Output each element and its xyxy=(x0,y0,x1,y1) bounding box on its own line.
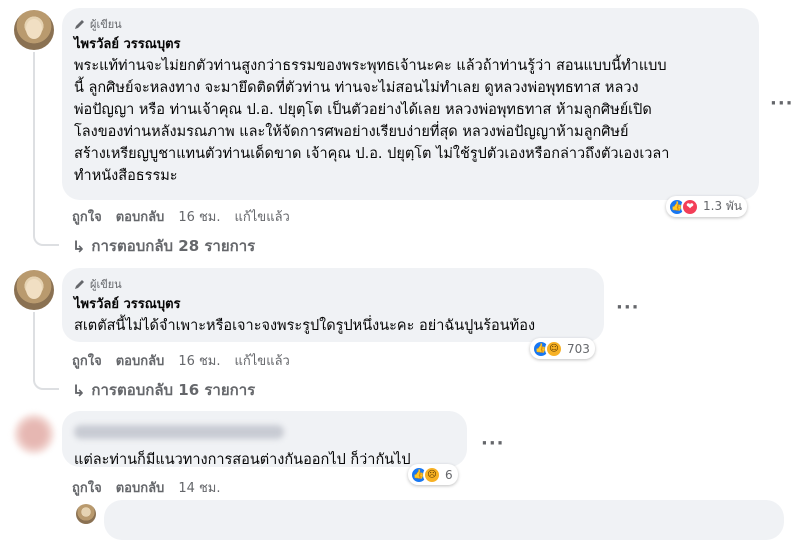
view-replies-button[interactable]: ↳ การตอบกลับ 16 รายการ xyxy=(72,378,255,402)
comment-actions: ถูกใจ ตอบกลับ 14 ชม. xyxy=(72,477,221,498)
edited-label[interactable]: แก้ไขแล้ว xyxy=(235,350,290,371)
avatar[interactable] xyxy=(14,10,54,50)
timestamp[interactable]: 14 ชม. xyxy=(178,477,220,498)
reaction-count: 1.3 พัน xyxy=(703,199,743,213)
more-options-icon[interactable]: ··· xyxy=(481,433,505,454)
comment-line: ทำหนังสือธรรมะ xyxy=(74,168,178,184)
comment-text: สเตตัสนี้ไม่ได้จำเพาะหรือเจาะจงพระรูปใดร… xyxy=(74,315,592,337)
reaction-summary[interactable]: 👍 ❤ 1.3 พัน xyxy=(666,196,748,217)
thread-line xyxy=(33,52,59,246)
like-button[interactable]: ถูกใจ xyxy=(72,350,102,371)
comment-bubble: ผู้เขียน ไพรวัลย์ วรรณบุตร พระแท้ท่านจะไ… xyxy=(62,8,759,200)
more-options-icon[interactable]: ··· xyxy=(616,297,640,318)
comment-line: พ่อปัญญา หรือ ท่านเจ้าคุณ ป.อ. ปยุตฺโต เ… xyxy=(74,102,652,118)
comment-line: นี้ ลูกศิษย์จะหลงทาง จะมายึดติดที่ตัวท่า… xyxy=(74,80,639,96)
replies-label: การตอบกลับ 28 รายการ xyxy=(91,237,256,255)
comment-actions: ถูกใจ ตอบกลับ 16 ชม. แก้ไขแล้ว xyxy=(72,350,290,371)
avatar[interactable] xyxy=(14,270,54,310)
haha-icon: ☺ xyxy=(545,339,563,358)
thread-line xyxy=(33,312,59,390)
timestamp[interactable]: 16 ชม. xyxy=(178,350,220,371)
comment-line: แต่ละท่านก็มีแนวทางการสอนต่างกันออกไป ก็… xyxy=(74,452,411,468)
avatar[interactable] xyxy=(76,504,96,524)
pencil-icon xyxy=(75,20,84,29)
reaction-count: 703 xyxy=(567,341,590,356)
pencil-icon xyxy=(75,280,84,289)
comment-bubble xyxy=(104,500,784,540)
reaction-count: 6 xyxy=(445,467,453,482)
author-badge-label: ผู้เขียน xyxy=(90,18,122,31)
comment-actions: ถูกใจ ตอบกลับ 16 ชม. แก้ไขแล้ว xyxy=(72,206,290,227)
author-badge: ผู้เขียน xyxy=(74,276,592,292)
comment-line: โลงของท่านหลังมรณภาพ และให้จัดการศพอย่าง… xyxy=(74,124,629,140)
view-replies-button[interactable]: ↳ การตอบกลับ 28 รายการ xyxy=(72,234,255,258)
comment-bubble: ผู้เขียน ไพรวัลย์ วรรณบุตร สเตตัสนี้ไม่ไ… xyxy=(62,268,604,342)
replies-label: การตอบกลับ 16 รายการ xyxy=(91,381,256,399)
author-badge: ผู้เขียน xyxy=(74,16,747,32)
reply-arrow-icon: ↳ xyxy=(72,236,86,256)
comment-line: สร้างเหรียญบูชาแทนตัวท่านเด็ดขาด เจ้าคุณ… xyxy=(74,146,670,162)
timestamp[interactable]: 16 ชม. xyxy=(178,206,220,227)
author-name[interactable]: ไพรวัลย์ วรรณบุตร xyxy=(74,36,747,54)
avatar[interactable] xyxy=(14,414,54,454)
reply-button[interactable]: ตอบกลับ xyxy=(116,477,165,498)
comment-bubble: แต่ละท่านก็มีแนวทางการสอนต่างกันออกไป ก็… xyxy=(62,411,467,468)
love-icon: ❤ xyxy=(681,197,699,216)
edited-label[interactable]: แก้ไขแล้ว xyxy=(235,206,290,227)
reply-button[interactable]: ตอบกลับ xyxy=(116,350,165,371)
like-button[interactable]: ถูกใจ xyxy=(72,206,102,227)
comment-text: แต่ละท่านก็มีแนวทางการสอนต่างกันออกไป ก็… xyxy=(74,449,455,471)
sad-icon: ☹ xyxy=(423,465,441,484)
reaction-summary[interactable]: 👍 ☺ 703 xyxy=(530,338,595,359)
like-button[interactable]: ถูกใจ xyxy=(72,477,102,498)
reaction-summary[interactable]: 👍 ☹ 6 xyxy=(408,464,458,485)
author-name-redacted xyxy=(74,425,284,439)
author-badge-label: ผู้เขียน xyxy=(90,278,122,291)
more-options-icon[interactable]: ··· xyxy=(770,93,794,114)
comment-line: สเตตัสนี้ไม่ได้จำเพาะหรือเจาะจงพระรูปใดร… xyxy=(74,318,536,334)
reply-arrow-icon: ↳ xyxy=(72,380,86,400)
reply-button[interactable]: ตอบกลับ xyxy=(116,206,165,227)
comment-line: พระแท้ท่านจะไม่ยกตัวท่านสูงกว่าธรรมของพร… xyxy=(74,58,667,74)
author-name[interactable]: ไพรวัลย์ วรรณบุตร xyxy=(74,296,592,314)
comment-text: พระแท้ท่านจะไม่ยกตัวท่านสูงกว่าธรรมของพร… xyxy=(74,55,747,187)
